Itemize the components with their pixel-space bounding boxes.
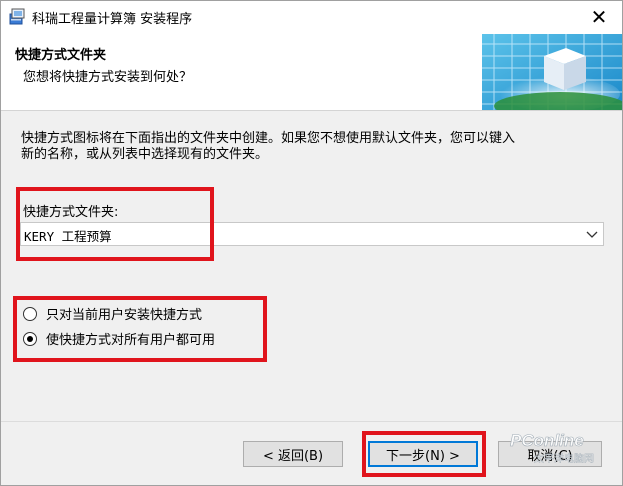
back-button-label[interactable]: < 返回(B) (263, 445, 323, 464)
instructions-line-2: 新的名称，或从列表中选择现有的文件夹。 (21, 147, 269, 162)
installer-window: 科瑞工程量计算簿 安装程序 ✕ 快捷方式文件夹 您想将快捷方式安装到何处？ 快捷… (0, 0, 623, 486)
instructions-text: 快捷方式图标将在下面指出的文件夹中创建。如果您不想使用默认文件夹，您可以键入 新… (21, 131, 601, 163)
page-subtitle: 您想将快捷方式安装到何处？ (23, 70, 193, 85)
annotation-box-next (362, 431, 486, 477)
footer-divider (1, 421, 622, 422)
back-button[interactable]: < 返回(B) (243, 441, 343, 467)
page-title: 快捷方式文件夹 (15, 48, 107, 63)
cancel-button-label[interactable]: 取消(C) (527, 445, 572, 464)
installer-banner-graphic (482, 34, 622, 110)
installer-app-icon (9, 8, 25, 25)
annotation-box-options (13, 296, 267, 362)
chevron-down-icon[interactable] (585, 228, 599, 240)
wizard-header: 快捷方式文件夹 您想将快捷方式安装到何处？ (1, 32, 622, 111)
close-button[interactable]: ✕ (576, 1, 622, 32)
instructions-line-1: 快捷方式图标将在下面指出的文件夹中创建。如果您不想使用默认文件夹，您可以键入 (21, 131, 516, 146)
close-icon: ✕ (590, 4, 608, 29)
window-title: 科瑞工程量计算簿 安装程序 (32, 12, 193, 27)
cancel-button[interactable]: 取消(C) (498, 441, 602, 467)
title-bar[interactable]: 科瑞工程量计算簿 安装程序 ✕ (1, 1, 622, 32)
annotation-box-folder (16, 187, 214, 261)
